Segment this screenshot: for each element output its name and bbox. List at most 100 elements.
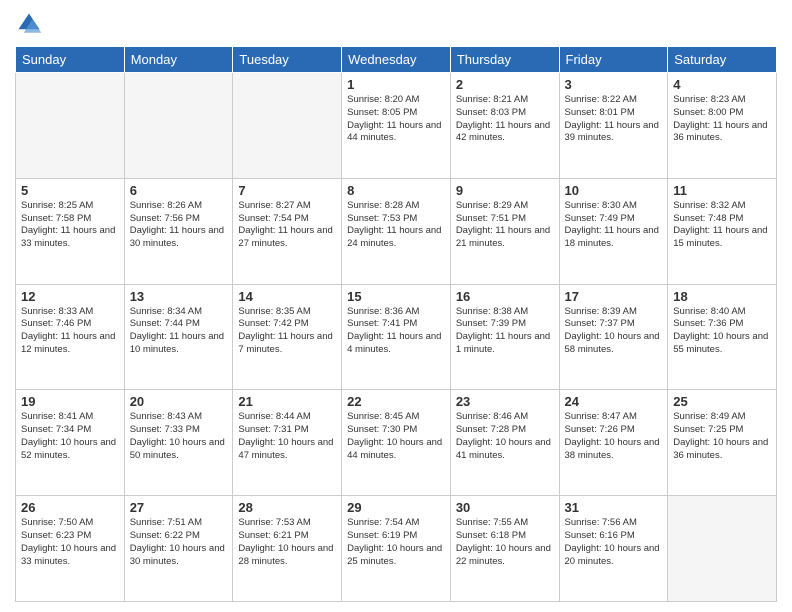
day-info: Sunrise: 7:51 AM Sunset: 6:22 PM Dayligh… — [130, 517, 228, 568]
day-info: Sunrise: 8:27 AM Sunset: 7:54 PM Dayligh… — [238, 200, 336, 251]
weekday-header-friday: Friday — [559, 47, 668, 73]
day-number: 31 — [565, 500, 663, 515]
day-number: 18 — [673, 289, 771, 304]
day-info: Sunrise: 7:54 AM Sunset: 6:19 PM Dayligh… — [347, 517, 445, 568]
day-number: 28 — [238, 500, 336, 515]
day-info: Sunrise: 8:35 AM Sunset: 7:42 PM Dayligh… — [238, 306, 336, 357]
calendar-cell: 9 Sunrise: 8:29 AM Sunset: 7:51 PM Daylig… — [450, 178, 559, 284]
day-info: Sunrise: 8:30 AM Sunset: 7:49 PM Dayligh… — [565, 200, 663, 251]
day-info: Sunrise: 8:28 AM Sunset: 7:53 PM Dayligh… — [347, 200, 445, 251]
calendar-week-2: 5 Sunrise: 8:25 AM Sunset: 7:58 PM Daylig… — [16, 178, 777, 284]
calendar-week-5: 26 Sunrise: 7:50 AM Sunset: 6:23 PM Dayli… — [16, 496, 777, 602]
day-number: 1 — [347, 77, 445, 92]
day-info: Sunrise: 8:41 AM Sunset: 7:34 PM Dayligh… — [21, 411, 119, 462]
calendar-cell: 19 Sunrise: 8:41 AM Sunset: 7:34 PM Dayli… — [16, 390, 125, 496]
calendar-cell — [124, 73, 233, 179]
calendar-cell: 20 Sunrise: 8:43 AM Sunset: 7:33 PM Dayli… — [124, 390, 233, 496]
day-info: Sunrise: 8:49 AM Sunset: 7:25 PM Dayligh… — [673, 411, 771, 462]
day-number: 22 — [347, 394, 445, 409]
weekday-header-tuesday: Tuesday — [233, 47, 342, 73]
day-number: 6 — [130, 183, 228, 198]
day-info: Sunrise: 7:56 AM Sunset: 6:16 PM Dayligh… — [565, 517, 663, 568]
calendar-cell: 16Sunrise: 8:38 AM Sunset: 7:39 PM Dayli… — [450, 284, 559, 390]
calendar: SundayMondayTuesdayWednesdayThursdayFrid… — [15, 46, 777, 602]
calendar-cell: 28Sunrise: 7:53 AM Sunset: 6:21 PM Dayli… — [233, 496, 342, 602]
calendar-cell: 13 Sunrise: 8:34 AM Sunset: 7:44 PM Dayli… — [124, 284, 233, 390]
calendar-cell: 8 Sunrise: 8:28 AM Sunset: 7:53 PM Daylig… — [342, 178, 451, 284]
day-info: Sunrise: 8:21 AM Sunset: 8:03 PM Dayligh… — [456, 94, 554, 145]
day-info: Sunrise: 8:47 AM Sunset: 7:26 PM Dayligh… — [565, 411, 663, 462]
calendar-cell: 6Sunrise: 8:26 AM Sunset: 7:56 PM Daylig… — [124, 178, 233, 284]
day-info: Sunrise: 8:32 AM Sunset: 7:48 PM Dayligh… — [673, 200, 771, 251]
day-info: Sunrise: 8:22 AM Sunset: 8:01 PM Dayligh… — [565, 94, 663, 145]
logo-icon — [15, 10, 43, 38]
day-number: 21 — [238, 394, 336, 409]
weekday-header-monday: Monday — [124, 47, 233, 73]
day-number: 29 — [347, 500, 445, 515]
calendar-cell: 15 Sunrise: 8:36 AM Sunset: 7:41 PM Dayli… — [342, 284, 451, 390]
day-info: Sunrise: 8:33 AM Sunset: 7:46 PM Dayligh… — [21, 306, 119, 357]
day-info: Sunrise: 8:36 AM Sunset: 7:41 PM Dayligh… — [347, 306, 445, 357]
day-info: Sunrise: 8:34 AM Sunset: 7:44 PM Dayligh… — [130, 306, 228, 357]
calendar-cell: 2 Sunrise: 8:21 AM Sunset: 8:03 PM Daylig… — [450, 73, 559, 179]
calendar-cell: 29 Sunrise: 7:54 AM Sunset: 6:19 PM Dayli… — [342, 496, 451, 602]
calendar-week-1: 1 Sunrise: 8:20 AM Sunset: 8:05 PM Daylig… — [16, 73, 777, 179]
day-number: 23 — [456, 394, 554, 409]
day-number: 7 — [238, 183, 336, 198]
day-number: 5 — [21, 183, 119, 198]
day-number: 24 — [565, 394, 663, 409]
day-info: Sunrise: 8:39 AM Sunset: 7:37 PM Dayligh… — [565, 306, 663, 357]
logo — [15, 10, 47, 38]
calendar-cell: 10 Sunrise: 8:30 AM Sunset: 7:49 PM Dayli… — [559, 178, 668, 284]
calendar-cell: 3 Sunrise: 8:22 AM Sunset: 8:01 PM Daylig… — [559, 73, 668, 179]
day-number: 20 — [130, 394, 228, 409]
calendar-cell: 14 Sunrise: 8:35 AM Sunset: 7:42 PM Dayli… — [233, 284, 342, 390]
calendar-week-3: 12 Sunrise: 8:33 AM Sunset: 7:46 PM Dayli… — [16, 284, 777, 390]
day-number: 3 — [565, 77, 663, 92]
day-info: Sunrise: 7:55 AM Sunset: 6:18 PM Dayligh… — [456, 517, 554, 568]
day-number: 15 — [347, 289, 445, 304]
day-number: 13 — [130, 289, 228, 304]
day-number: 10 — [565, 183, 663, 198]
day-info: Sunrise: 8:20 AM Sunset: 8:05 PM Dayligh… — [347, 94, 445, 145]
day-info: Sunrise: 8:43 AM Sunset: 7:33 PM Dayligh… — [130, 411, 228, 462]
day-number: 4 — [673, 77, 771, 92]
calendar-cell: 18 Sunrise: 8:40 AM Sunset: 7:36 PM Dayli… — [668, 284, 777, 390]
calendar-cell: 30 Sunrise: 7:55 AM Sunset: 6:18 PM Dayli… — [450, 496, 559, 602]
day-number: 25 — [673, 394, 771, 409]
day-info: Sunrise: 8:46 AM Sunset: 7:28 PM Dayligh… — [456, 411, 554, 462]
calendar-cell: 21 Sunrise: 8:44 AM Sunset: 7:31 PM Dayli… — [233, 390, 342, 496]
day-number: 14 — [238, 289, 336, 304]
calendar-week-4: 19 Sunrise: 8:41 AM Sunset: 7:34 PM Dayli… — [16, 390, 777, 496]
calendar-cell: 11 Sunrise: 8:32 AM Sunset: 7:48 PM Dayli… — [668, 178, 777, 284]
calendar-cell: 31 Sunrise: 7:56 AM Sunset: 6:16 PM Dayli… — [559, 496, 668, 602]
day-info: Sunrise: 8:29 AM Sunset: 7:51 PM Dayligh… — [456, 200, 554, 251]
day-info: Sunrise: 8:44 AM Sunset: 7:31 PM Dayligh… — [238, 411, 336, 462]
day-info: Sunrise: 7:50 AM Sunset: 6:23 PM Dayligh… — [21, 517, 119, 568]
page: SundayMondayTuesdayWednesdayThursdayFrid… — [0, 0, 792, 612]
weekday-header-wednesday: Wednesday — [342, 47, 451, 73]
calendar-cell: 12 Sunrise: 8:33 AM Sunset: 7:46 PM Dayli… — [16, 284, 125, 390]
day-number: 11 — [673, 183, 771, 198]
day-number: 17 — [565, 289, 663, 304]
day-info: Sunrise: 8:25 AM Sunset: 7:58 PM Dayligh… — [21, 200, 119, 251]
day-number: 2 — [456, 77, 554, 92]
day-number: 27 — [130, 500, 228, 515]
calendar-cell: 24 Sunrise: 8:47 AM Sunset: 7:26 PM Dayli… — [559, 390, 668, 496]
weekday-header-thursday: Thursday — [450, 47, 559, 73]
day-number: 19 — [21, 394, 119, 409]
day-number: 12 — [21, 289, 119, 304]
calendar-cell: 4Sunrise: 8:23 AM Sunset: 8:00 PM Daylig… — [668, 73, 777, 179]
calendar-cell — [668, 496, 777, 602]
day-number: 16 — [456, 289, 554, 304]
day-number: 8 — [347, 183, 445, 198]
calendar-cell: 22Sunrise: 8:45 AM Sunset: 7:30 PM Dayli… — [342, 390, 451, 496]
day-number: 9 — [456, 183, 554, 198]
day-number: 26 — [21, 500, 119, 515]
calendar-cell — [233, 73, 342, 179]
calendar-cell: 1 Sunrise: 8:20 AM Sunset: 8:05 PM Daylig… — [342, 73, 451, 179]
calendar-cell: 23 Sunrise: 8:46 AM Sunset: 7:28 PM Dayli… — [450, 390, 559, 496]
day-number: 30 — [456, 500, 554, 515]
calendar-header-row: SundayMondayTuesdayWednesdayThursdayFrid… — [16, 47, 777, 73]
day-info: Sunrise: 8:40 AM Sunset: 7:36 PM Dayligh… — [673, 306, 771, 357]
